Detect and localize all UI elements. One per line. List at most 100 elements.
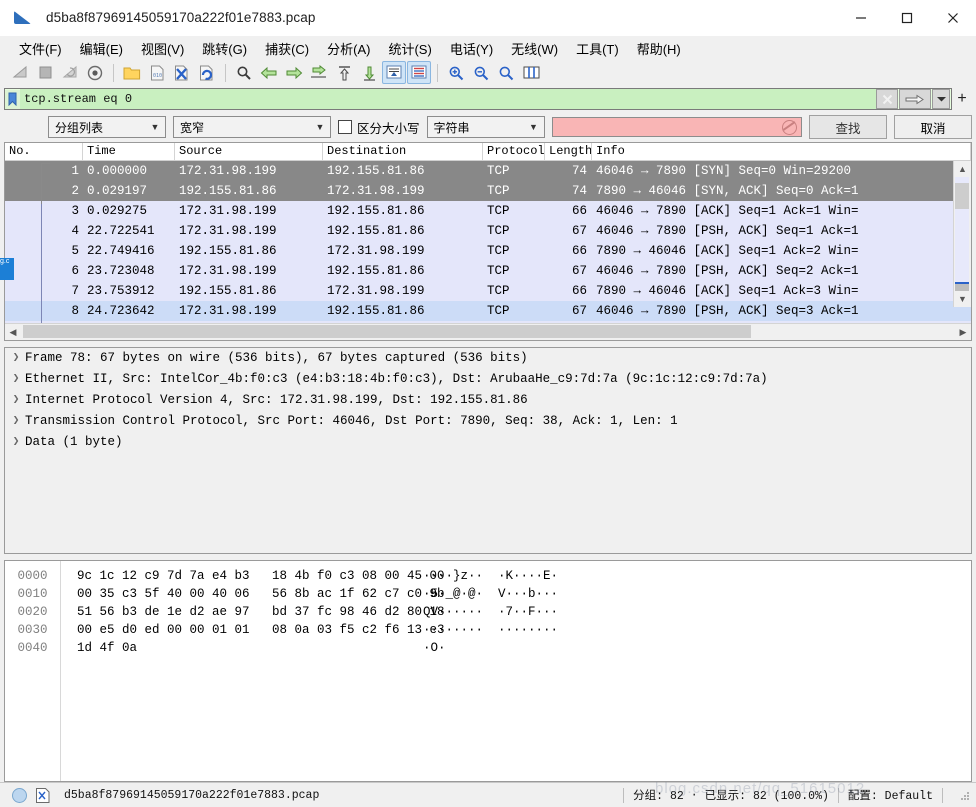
zoom-in-icon[interactable] — [444, 61, 468, 84]
column-header-info[interactable]: Info — [592, 143, 971, 160]
expert-info-icon[interactable] — [12, 787, 27, 803]
menu-wireless[interactable]: 无线(W) — [502, 37, 567, 60]
zoom-out-icon[interactable] — [469, 61, 493, 84]
menu-help[interactable]: 帮助(H) — [628, 37, 690, 60]
case-sensitive-checkbox[interactable]: 区分大小写 — [338, 118, 420, 137]
column-header-time[interactable]: Time — [83, 143, 175, 160]
cell-protocol: TCP — [487, 224, 510, 238]
detail-row-ipv4[interactable]: ❯ Internet Protocol Version 4, Src: 172.… — [5, 390, 971, 411]
hex-line[interactable]: 51 56 b3 de 1e d2 ae 97 bd 37 fc 98 46 d… — [61, 603, 971, 621]
hex-line[interactable]: 9c 1c 12 c9 7d 7a e4 b3 18 4b f0 c3 08 0… — [61, 567, 971, 585]
cell-destination: 192.155.81.86 — [327, 164, 425, 178]
bookmark-icon[interactable] — [5, 89, 20, 109]
column-header-no[interactable]: No. — [5, 143, 83, 160]
close-file-icon[interactable] — [170, 61, 194, 84]
scroll-down-icon[interactable]: ▼ — [954, 291, 971, 307]
display-filter-box[interactable] — [4, 88, 952, 110]
chevron-right-icon[interactable]: ❯ — [7, 348, 25, 369]
menu-edit[interactable]: 编辑(E) — [71, 37, 132, 60]
minimize-button[interactable] — [838, 1, 884, 35]
open-file-icon[interactable] — [120, 61, 144, 84]
hex-line[interactable]: 00 e5 d0 ed 00 00 01 01 08 0a 03 f5 c2 f… — [61, 621, 971, 639]
detail-row-data[interactable]: ❯ Data (1 byte) — [5, 432, 971, 453]
find-search-type-dropdown[interactable]: 字符串 ▼ — [426, 116, 545, 138]
find-button[interactable]: 查找 — [809, 115, 887, 139]
column-header-destination[interactable]: Destination — [323, 143, 483, 160]
table-row[interactable]: 7 23.753912 192.155.81.86 172.31.98.199 … — [5, 281, 971, 301]
cell-destination: 192.155.81.86 — [327, 264, 425, 278]
cancel-button[interactable]: 取消 — [894, 115, 972, 139]
menu-analyze[interactable]: 分析(A) — [318, 37, 379, 60]
menu-statistics[interactable]: 统计(S) — [379, 37, 440, 60]
auto-scroll-icon[interactable] — [382, 61, 406, 84]
go-to-first-packet-icon[interactable] — [332, 61, 356, 84]
close-button[interactable] — [930, 1, 976, 35]
restart-capture-icon[interactable] — [58, 61, 82, 84]
find-display-mode-dropdown[interactable]: 宽窄 ▼ — [173, 116, 331, 138]
cell-no: 3 — [71, 204, 79, 218]
find-packet-icon[interactable] — [232, 61, 256, 84]
table-row[interactable]: 4 22.722541 172.31.98.199 192.155.81.86 … — [5, 221, 971, 241]
cell-source: 172.31.98.199 — [179, 204, 277, 218]
table-row[interactable]: 5 22.749416 192.155.81.86 172.31.98.199 … — [5, 241, 971, 261]
start-capture-icon[interactable] — [8, 61, 32, 84]
go-to-packet-icon[interactable] — [307, 61, 331, 84]
detail-row-tcp[interactable]: ❯ Transmission Control Protocol, Src Por… — [5, 411, 971, 432]
resize-grip-icon[interactable] — [958, 789, 971, 802]
cell-length: 66 — [571, 204, 587, 218]
packet-list-vertical-scrollbar[interactable]: ▲ ▼ — [953, 161, 971, 307]
menu-telephony[interactable]: 电话(Y) — [441, 37, 502, 60]
capture-options-icon[interactable] — [83, 61, 107, 84]
chevron-right-icon[interactable]: ❯ — [7, 411, 25, 432]
table-row[interactable]: 1 0.000000 172.31.98.199 192.155.81.86 T… — [5, 161, 971, 181]
reload-file-icon[interactable] — [195, 61, 219, 84]
save-file-icon[interactable]: 010 — [145, 61, 169, 84]
hex-line[interactable]: 1d 4f 0a ·O· — [61, 639, 971, 657]
table-row[interactable]: 3 0.029275 172.31.98.199 192.155.81.86 T… — [5, 201, 971, 221]
menu-capture[interactable]: 捕获(C) — [256, 37, 318, 60]
find-search-input[interactable] — [551, 117, 802, 137]
chevron-right-icon[interactable]: ❯ — [7, 390, 25, 411]
zoom-reset-icon[interactable] — [494, 61, 518, 84]
capture-file-properties-icon[interactable] — [36, 787, 50, 803]
column-header-length[interactable]: Length — [545, 143, 592, 160]
cell-time: 0.000000 — [87, 164, 148, 178]
menu-file[interactable]: 文件(F) — [10, 37, 71, 60]
menu-view[interactable]: 视图(V) — [132, 37, 193, 60]
go-back-icon[interactable] — [257, 61, 281, 84]
scroll-up-icon[interactable]: ▲ — [954, 161, 971, 177]
column-header-source[interactable]: Source — [175, 143, 323, 160]
table-row[interactable]: 6 23.723048 172.31.98.199 192.155.81.86 … — [5, 261, 971, 281]
resize-columns-icon[interactable] — [519, 61, 543, 84]
column-header-protocol[interactable]: Protocol — [483, 143, 545, 160]
scroll-left-icon[interactable]: ◀ — [5, 327, 21, 338]
stop-capture-icon[interactable] — [33, 61, 57, 84]
table-row[interactable]: 8 24.723642 172.31.98.199 192.155.81.86 … — [5, 301, 971, 321]
add-filter-button-icon[interactable]: + — [952, 88, 972, 110]
go-to-last-packet-icon[interactable] — [357, 61, 381, 84]
packet-list-horizontal-scrollbar[interactable]: ◀ ▶ — [5, 323, 971, 340]
tcp-handshake-bracket — [41, 163, 50, 204]
detail-row-frame[interactable]: ❯ Frame 78: 67 bytes on wire (536 bits),… — [5, 348, 971, 369]
chevron-right-icon[interactable]: ❯ — [7, 369, 25, 390]
chevron-right-icon[interactable]: ❯ — [7, 432, 25, 453]
clear-filter-icon[interactable] — [876, 89, 898, 109]
table-row[interactable]: 9 24.752844 192.155.81.86 172.31.98.199 … — [5, 321, 971, 323]
scroll-right-icon[interactable]: ▶ — [955, 327, 971, 338]
menu-go[interactable]: 跳转(G) — [193, 37, 256, 60]
status-bar: d5ba8f87969145059170a222f01e7883.pcap 分组… — [0, 782, 976, 807]
status-profile[interactable]: 配置: Default — [848, 787, 933, 803]
detail-row-ethernet[interactable]: ❯ Ethernet II, Src: IntelCor_4b:f0:c3 (e… — [5, 369, 971, 390]
apply-filter-arrow-icon[interactable] — [899, 89, 931, 109]
maximize-button[interactable] — [884, 1, 930, 35]
filter-history-caret-icon[interactable] — [932, 89, 950, 109]
table-row[interactable]: 2 0.029197 192.155.81.86 172.31.98.199 T… — [5, 181, 971, 201]
find-scope-dropdown[interactable]: 分组列表 ▼ — [48, 116, 166, 138]
packet-bytes-pane[interactable]: 0000 0010 0020 0030 0040 9c 1c 12 c9 7d … — [4, 560, 972, 782]
colorize-packets-icon[interactable] — [407, 61, 431, 84]
menu-tools[interactable]: 工具(T) — [567, 37, 628, 60]
hex-offset: 0030 — [17, 623, 48, 637]
go-forward-icon[interactable] — [282, 61, 306, 84]
hex-line[interactable]: 00 35 c3 5f 40 00 40 06 56 8b ac 1f 62 c… — [61, 585, 971, 603]
display-filter-input[interactable] — [20, 89, 876, 109]
